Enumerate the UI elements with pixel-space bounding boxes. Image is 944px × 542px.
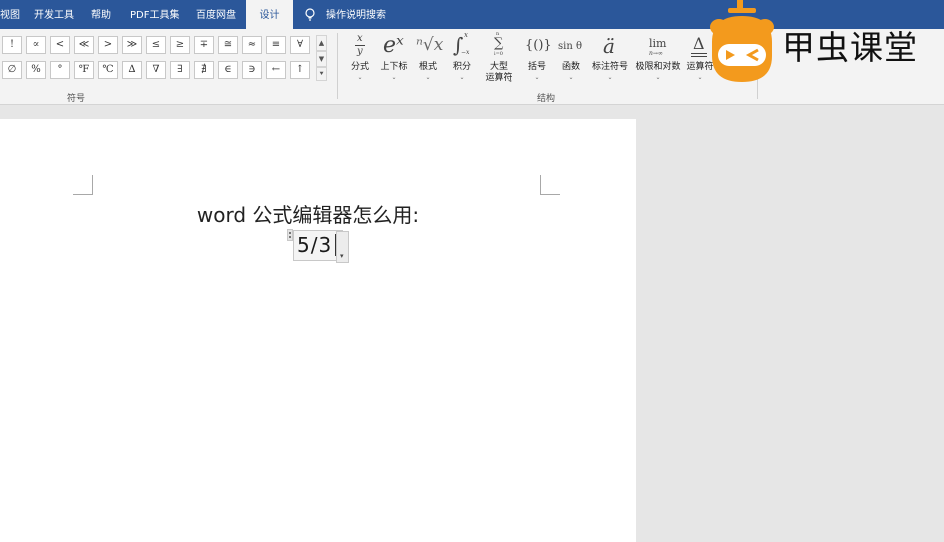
tab-help[interactable]: 帮助 bbox=[91, 0, 111, 29]
accent-label: 标注符号 bbox=[591, 62, 628, 72]
chevron-down-icon: ⌄ bbox=[391, 74, 397, 81]
symbol-increment[interactable]: ∆ bbox=[122, 61, 142, 79]
symbol-nabla[interactable]: ∇ bbox=[146, 61, 166, 79]
chevron-down-icon: ⌄ bbox=[425, 74, 431, 81]
symbol-degree[interactable]: ° bbox=[50, 61, 70, 79]
function-icon: sin θ bbox=[558, 41, 582, 52]
limit-log-label: 极限和对数 bbox=[635, 62, 681, 72]
fraction-icon: x y bbox=[346, 31, 374, 61]
equation-text[interactable]: 5/3 bbox=[297, 233, 332, 257]
bracket-icon: {()} bbox=[525, 38, 552, 53]
radical-label: 根式 bbox=[418, 62, 437, 72]
tab-view[interactable]: 视图 bbox=[0, 0, 20, 29]
group-divider bbox=[337, 33, 338, 99]
text-cursor bbox=[335, 234, 336, 256]
document-text-line[interactable]: word 公式编辑器怎么用: bbox=[0, 199, 616, 228]
accent-icon: ä bbox=[603, 34, 615, 58]
chevron-down-icon: ⌄ bbox=[568, 74, 574, 81]
gallery-scroll-down-icon[interactable]: ▼ bbox=[316, 51, 327, 67]
structures-group-label: 结构 bbox=[537, 94, 556, 104]
symbol-much-greater[interactable]: ≫ bbox=[122, 36, 142, 54]
symbol-factorial[interactable]: ! bbox=[2, 36, 22, 54]
symbol-celsius[interactable]: ℃ bbox=[98, 61, 118, 79]
tab-baidu-netdisk[interactable]: 百度网盘 bbox=[196, 0, 236, 29]
tell-me-label: 操作说明搜索 bbox=[326, 10, 386, 21]
equation-options-button[interactable]: ▾ bbox=[336, 231, 349, 263]
symbol-contains[interactable]: ∋ bbox=[242, 61, 262, 79]
symbol-identical[interactable]: ≡ bbox=[266, 36, 286, 54]
gallery-expand-icon[interactable]: ⯆ bbox=[316, 67, 327, 81]
crop-mark-right bbox=[540, 175, 560, 195]
symbol-up-arrow[interactable]: ↑ bbox=[290, 61, 310, 79]
script-label: 上下标 bbox=[380, 62, 408, 72]
symbol-less-than[interactable]: < bbox=[50, 36, 70, 54]
chevron-down-icon: ⌄ bbox=[357, 74, 363, 81]
limit-icon: lim n→∞ bbox=[649, 37, 667, 57]
tab-pdf-tools[interactable]: PDF工具集 bbox=[130, 0, 179, 29]
symbol-greater-than[interactable]: > bbox=[98, 36, 118, 54]
chevron-down-icon: ⌄ bbox=[508, 77, 514, 84]
symbol-approx[interactable]: ≈ bbox=[242, 36, 262, 54]
symbol-percent[interactable]: % bbox=[26, 61, 46, 79]
beetle-mascot-logo bbox=[710, 0, 774, 82]
function-label: 函数 bbox=[561, 62, 580, 72]
script-icon: eˣ bbox=[383, 33, 404, 58]
chevron-down-icon: ⌄ bbox=[459, 74, 465, 81]
chevron-down-icon: ⌄ bbox=[655, 74, 661, 81]
symbol-minus-plus[interactable]: ∓ bbox=[194, 36, 214, 54]
chevron-down-icon: ⌄ bbox=[607, 74, 613, 81]
symbol-congruent[interactable]: ≅ bbox=[218, 36, 238, 54]
integral-icon: ∫ x −x bbox=[453, 31, 470, 57]
symbol-greater-equal[interactable]: ≥ bbox=[170, 36, 190, 54]
symbol-proportional[interactable]: ∝ bbox=[26, 36, 46, 54]
large-operator-icon: n ∑ i=0 bbox=[494, 31, 504, 57]
bracket-label: 括号 bbox=[527, 62, 546, 72]
symbol-less-equal[interactable]: ≤ bbox=[146, 36, 166, 54]
symbol-fahrenheit[interactable]: ℉ bbox=[74, 61, 94, 79]
symbol-for-all[interactable]: ∀ bbox=[290, 36, 310, 54]
symbol-left-arrow[interactable]: ← bbox=[266, 61, 286, 79]
tab-design[interactable]: 设计 bbox=[246, 0, 293, 30]
lightbulb-icon bbox=[305, 8, 315, 21]
symbol-empty-set[interactable]: ∅ bbox=[2, 61, 22, 79]
fraction-label: 分式 bbox=[350, 62, 369, 72]
symbol-element-of[interactable]: ∈ bbox=[218, 61, 238, 79]
symbols-group-label: 符号 bbox=[67, 94, 86, 104]
document-page[interactable]: word 公式编辑器怎么用: 5/3 ▾ bbox=[0, 119, 636, 542]
symbol-exists[interactable]: ∃ bbox=[170, 61, 190, 79]
tab-developer[interactable]: 开发工具 bbox=[34, 0, 74, 29]
crop-mark-left bbox=[73, 175, 93, 195]
gallery-scroll-up-icon[interactable]: ▲ bbox=[316, 35, 327, 51]
chevron-down-icon: ▾ bbox=[340, 252, 344, 260]
symbol-much-less[interactable]: ≪ bbox=[74, 36, 94, 54]
watermark-brand: 甲虫课堂 bbox=[782, 28, 918, 67]
radical-icon: ⁿ√x bbox=[416, 35, 444, 55]
integral-label: 积分 bbox=[452, 62, 471, 72]
chevron-down-icon: ⌄ bbox=[534, 74, 540, 81]
symbol-not-exists[interactable]: ∄ bbox=[194, 61, 214, 79]
